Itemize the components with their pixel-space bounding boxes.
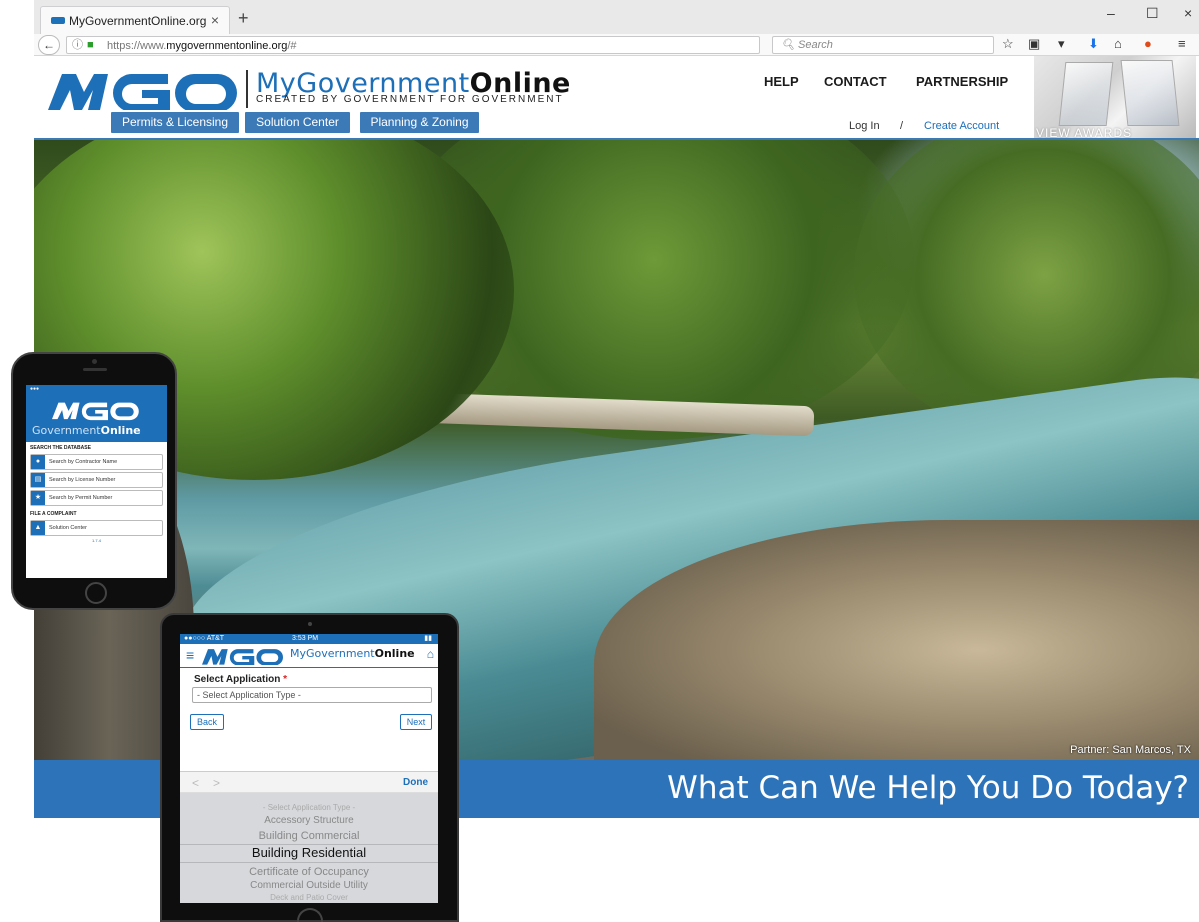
award-trophy-icon [1120, 60, 1180, 126]
tablet-wordmark: MyGovernmentOnline [290, 647, 415, 660]
library-icon[interactable]: ▣ [1028, 36, 1040, 52]
maximize-button[interactable]: ☐ [1146, 5, 1159, 22]
search-permit-button[interactable]: ★ Search by Permit Number [30, 490, 163, 506]
camera-icon [92, 359, 97, 364]
document-icon: ▤ [31, 473, 45, 487]
tablet-status-bar: ●●○○○ AT&T 3:53 PM ▮▮ [180, 634, 438, 644]
minimize-button[interactable]: – [1107, 5, 1115, 21]
application-type-picker[interactable]: - Select Application Type - Accessory St… [180, 793, 438, 903]
megaphone-icon: ▲ [31, 521, 45, 535]
address-bar[interactable]: ⓘ ■ https://www.mygovernmentonline.org/#… [66, 36, 787, 54]
hero-credit: Partner: San Marcos, TX [1070, 744, 1191, 756]
phone-screen: ●●● GovernmentOnline SEARCH THE DATABASE… [26, 385, 167, 578]
account-separator: / [900, 120, 904, 132]
url-text: https://www.mygovernmentonline.org/# [107, 40, 297, 52]
mgo-logo-icon[interactable] [48, 70, 244, 110]
phone-logo-area: GovernmentOnline [26, 394, 167, 442]
info-icon[interactable]: ⓘ [72, 37, 83, 53]
login-link[interactable]: Log In [849, 120, 880, 132]
select-application-label: Select Application * [194, 674, 288, 685]
camera-icon [308, 622, 312, 626]
headline: What Can We Help You Do Today? [667, 770, 1189, 806]
subnav-solution-center[interactable]: Solution Center [245, 112, 350, 133]
phone-mockup: ●●● GovernmentOnline SEARCH THE DATABASE… [11, 352, 177, 610]
next-button[interactable]: Next [400, 714, 432, 730]
back-button[interactable]: Back [190, 714, 224, 730]
search-input[interactable]: 🔍︎ Search [772, 36, 994, 54]
lock-icon: ■ [87, 39, 94, 51]
phone-section-title: SEARCH THE DATABASE [30, 445, 91, 451]
extension-icon[interactable]: ● [1144, 36, 1152, 51]
pocket-icon[interactable]: ▾ [1058, 36, 1065, 52]
create-account-link[interactable]: Create Account [924, 120, 999, 132]
application-type-select[interactable]: - Select Application Type - [192, 687, 432, 703]
picker-option[interactable]: - Select Application Type - [180, 803, 438, 812]
hamburger-menu-icon[interactable]: ≡ [186, 647, 194, 663]
tablet-screen: ●●○○○ AT&T 3:53 PM ▮▮ ≡ MyGovernmentOnli… [180, 634, 438, 903]
close-window-button[interactable]: × [1184, 5, 1192, 21]
nav-help[interactable]: HELP [764, 74, 799, 89]
battery-icon: ▮▮ [424, 635, 432, 642]
logo-divider [246, 70, 248, 108]
tablet-mockup: ●●○○○ AT&T 3:53 PM ▮▮ ≡ MyGovernmentOnli… [160, 613, 459, 922]
favicon-icon [51, 17, 65, 24]
awards-banner[interactable]: VIEW AWARDS [1034, 56, 1196, 138]
picker-toolbar: <> Done [180, 771, 438, 793]
picker-option[interactable]: Commercial Outside Utility [180, 880, 438, 891]
nav-partnership[interactable]: PARTNERSHIP [916, 74, 1008, 89]
user-icon: ● [31, 455, 45, 469]
star-icon: ★ [31, 491, 45, 505]
home-button[interactable] [297, 908, 323, 922]
award-trophy-icon [1058, 62, 1114, 126]
nav-contact[interactable]: CONTACT [824, 74, 887, 89]
tab-strip: MyGovernmentOnline.org × + – ☐ × [34, 0, 1199, 34]
picker-option[interactable]: Accessory Structure [180, 815, 438, 826]
site-header: MyGovernmentOnline CREATED BY GOVERNMENT… [34, 56, 1199, 140]
mgo-logo-icon [52, 402, 139, 421]
home-icon[interactable]: ⌂ [1114, 36, 1122, 51]
picker-arrows-icon[interactable]: <> [192, 776, 234, 790]
picker-option[interactable]: Certificate of Occupancy [180, 866, 438, 878]
tablet-app-header: ≡ MyGovernmentOnline ⌂ [180, 644, 438, 668]
close-tab-icon[interactable]: × [211, 12, 219, 28]
download-icon[interactable]: ⬇ [1088, 36, 1099, 52]
home-button[interactable] [85, 582, 107, 604]
phone-app-title: GovernmentOnline [32, 424, 141, 437]
browser-tab[interactable]: MyGovernmentOnline.org × [40, 6, 230, 34]
bookmark-star-icon[interactable]: ☆ [1002, 36, 1014, 52]
phone-section-title: FILE A COMPLAINT [30, 511, 77, 517]
back-button[interactable]: ← [38, 35, 60, 55]
picker-option-selected[interactable]: Building Residential [180, 844, 438, 863]
search-contractor-button[interactable]: ● Search by Contractor Name [30, 454, 163, 470]
mgo-logo-icon [202, 649, 283, 665]
subnav-permits-licensing[interactable]: Permits & Licensing [111, 112, 239, 133]
subnav-planning-zoning[interactable]: Planning & Zoning [360, 112, 479, 133]
menu-icon[interactable]: ≡ [1178, 36, 1186, 51]
tab-title: MyGovernmentOnline.org [69, 14, 207, 28]
logo-tagline: CREATED BY GOVERNMENT FOR GOVERNMENT [256, 94, 564, 105]
view-awards-link[interactable]: VIEW AWARDS [1036, 126, 1132, 138]
new-tab-button[interactable]: + [238, 8, 249, 29]
phone-status-bar: ●●● [26, 385, 167, 394]
phone-version: 1.7.4 [92, 538, 101, 543]
home-icon[interactable]: ⌂ [427, 647, 434, 661]
search-license-button[interactable]: ▤ Search by License Number [30, 472, 163, 488]
picker-option[interactable]: Deck and Patio Cover [180, 893, 438, 902]
solution-center-button[interactable]: ▲ Solution Center [30, 520, 163, 536]
picker-option[interactable]: Building Commercial [180, 830, 438, 842]
done-button[interactable]: Done [403, 777, 428, 788]
navigation-bar: ← ⓘ ■ https://www.mygovernmentonline.org… [34, 34, 1199, 56]
speaker-icon [83, 368, 107, 371]
